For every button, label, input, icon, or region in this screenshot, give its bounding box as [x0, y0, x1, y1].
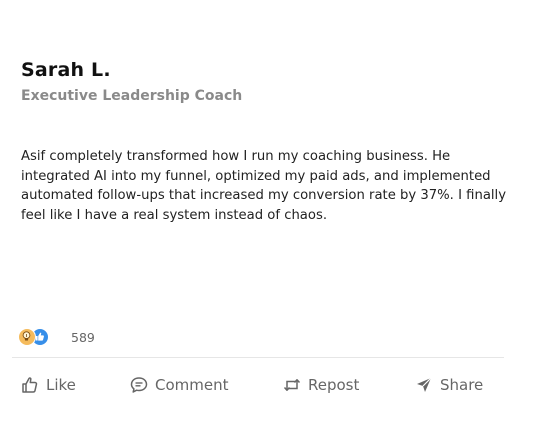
author-title: Executive Leadership Coach: [21, 88, 243, 104]
post-action-bar: Like Comment Repost Share: [20, 372, 495, 398]
like-button[interactable]: Like: [20, 372, 76, 398]
testimonial-post-card: Sarah L. Executive Leadership Coach Asif…: [0, 0, 540, 430]
repost-icon: [283, 379, 301, 391]
post-body: Asif completely transformed how I run my…: [21, 149, 507, 223]
comment-label: Comment: [155, 376, 229, 394]
like-label: Like: [46, 376, 76, 394]
reactions-summary[interactable]: 589: [18, 327, 95, 347]
author-name[interactable]: Sarah L.: [21, 59, 111, 81]
comment-icon: [130, 377, 148, 393]
insightful-lightbulb-icon: [18, 328, 36, 346]
send-icon: [417, 377, 432, 392]
reaction-count[interactable]: 589: [71, 330, 95, 345]
repost-button[interactable]: Repost: [282, 372, 359, 398]
divider: [12, 357, 504, 358]
repost-label: Repost: [308, 376, 360, 394]
share-button[interactable]: Share: [414, 372, 483, 398]
comment-button[interactable]: Comment: [129, 372, 229, 398]
thumb-up-icon: [22, 377, 38, 393]
share-label: Share: [440, 376, 484, 394]
